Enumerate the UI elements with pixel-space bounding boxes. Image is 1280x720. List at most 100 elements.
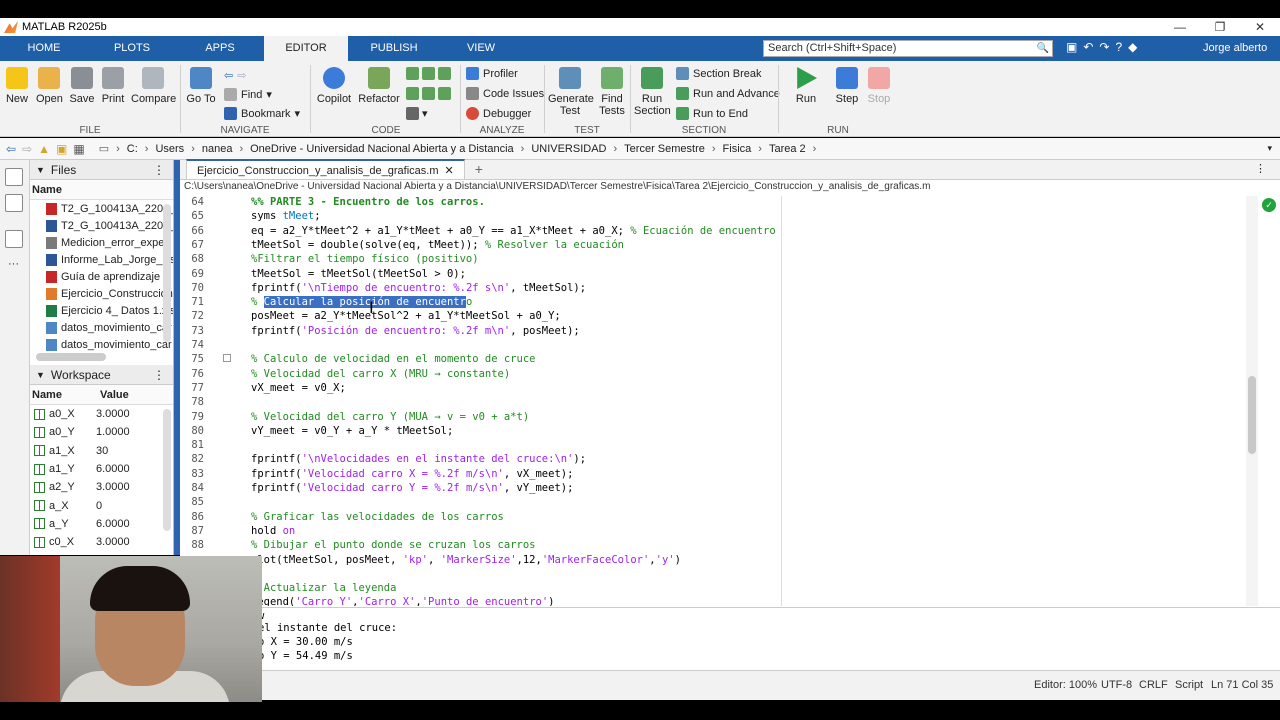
workspace-row[interactable]: a2_Y 3.0000 xyxy=(30,478,173,496)
workspace-row[interactable]: a0_Y 1.0000 xyxy=(30,423,173,441)
workspace-row[interactable]: a_X 0 xyxy=(30,496,173,514)
back-forward-arrows[interactable]: ⇦ ⇨ xyxy=(224,69,246,82)
workspace-scrollbar[interactable] xyxy=(163,409,171,531)
panel-menu-icon[interactable]: ⋮ xyxy=(153,163,165,177)
run-to-end-button[interactable]: Run to End xyxy=(676,107,748,120)
breadcrumb-item[interactable]: Fisica xyxy=(723,143,752,155)
file-item[interactable]: T2_G_100413A_2201_( xyxy=(30,217,173,234)
code-area[interactable]: %% PARTE 3 - Encuentro de los carros. sy… xyxy=(251,196,1241,606)
indent-icon[interactable] xyxy=(406,67,419,80)
file-type[interactable]: Script xyxy=(1175,679,1203,691)
maximize-button[interactable]: ❐ xyxy=(1200,18,1240,36)
tab-publish[interactable]: PUBLISH xyxy=(348,36,440,61)
breadcrumb-item[interactable]: nanea xyxy=(202,143,233,155)
command-window[interactable]: w el instante del cruce: o X = 30.00 m/s… xyxy=(180,607,1280,670)
compare-button[interactable]: Compare xyxy=(131,67,176,105)
files-toggle-icon[interactable] xyxy=(5,168,23,186)
line-ending[interactable]: CRLF xyxy=(1139,679,1168,691)
workspace-panel-header[interactable]: ▼ Workspace ⋮ xyxy=(30,365,173,385)
wrap-icon[interactable] xyxy=(438,67,451,80)
history-icon[interactable] xyxy=(5,230,23,248)
function-icon[interactable] xyxy=(406,107,419,120)
breadcrumb-item[interactable]: Users xyxy=(155,143,184,155)
editor-scrollbar[interactable] xyxy=(1246,196,1258,606)
workspace-row[interactable]: c0_X 3.0000 xyxy=(30,533,173,551)
collapse-icon[interactable]: ▼ xyxy=(36,165,45,175)
undo-icon[interactable]: ↶ xyxy=(1083,40,1093,54)
more-icon[interactable]: ··· xyxy=(8,258,29,270)
decrease-indent-icon[interactable] xyxy=(438,87,451,100)
profiler-button[interactable]: Profiler xyxy=(466,67,518,80)
file-item[interactable]: Informe_Lab_Jorge_Esp xyxy=(30,251,173,268)
uncomment-icon[interactable] xyxy=(406,87,419,100)
workspace-row[interactable]: a1_X 30 xyxy=(30,442,173,460)
run-button[interactable]: Run xyxy=(792,67,820,105)
browse-folder-icon[interactable]: ▣ xyxy=(56,142,67,156)
user-menu[interactable]: Jorge alberto xyxy=(1203,42,1267,54)
fold-icon[interactable] xyxy=(223,354,231,362)
arrow-right-icon[interactable]: ⇨ xyxy=(237,69,246,82)
workspace-toggle-icon[interactable] xyxy=(5,194,23,212)
zoom-level[interactable]: Editor: 100% xyxy=(1034,679,1097,691)
breadcrumb-item[interactable]: OneDrive - Universidad Nacional Abierta … xyxy=(250,143,514,155)
panel-menu-icon[interactable]: ⋮ xyxy=(153,368,165,382)
editor-tab[interactable]: Ejercicio_Construccion_y_analisis_de_gra… xyxy=(186,159,465,179)
tab-plots[interactable]: PLOTS xyxy=(88,36,176,61)
new-tab-icon[interactable]: + xyxy=(475,159,483,179)
bookmark-button[interactable]: Bookmark ▾ xyxy=(224,107,300,120)
debugger-button[interactable]: Debugger xyxy=(466,107,531,120)
tab-home[interactable]: HOME xyxy=(0,36,88,61)
comment-icon[interactable] xyxy=(422,67,435,80)
cursor-position[interactable]: Ln 71 Col 35 xyxy=(1211,679,1273,691)
file-item[interactable]: datos_movimiento_car xyxy=(30,336,173,353)
workspace-row[interactable]: a0_X 3.0000 xyxy=(30,405,173,423)
tab-apps[interactable]: APPS xyxy=(176,36,264,61)
files-hscrollbar[interactable] xyxy=(36,353,106,361)
copilot-button[interactable]: Copilot xyxy=(316,67,352,105)
breadcrumb-item[interactable]: C: xyxy=(127,143,138,155)
file-item[interactable]: Ejercicio_Construccion xyxy=(30,285,173,302)
search-folder-icon[interactable]: ▦ xyxy=(73,142,84,156)
forward-arrow-icon[interactable]: ⇨ xyxy=(22,142,32,156)
workspace-row[interactable]: a1_Y 6.0000 xyxy=(30,460,173,478)
up-folder-icon[interactable]: ▲ xyxy=(38,142,50,156)
redo-icon[interactable]: ↷ xyxy=(1099,40,1109,54)
step-button[interactable]: Step xyxy=(833,67,861,105)
section-break-button[interactable]: Section Break xyxy=(676,67,761,80)
collapse-icon[interactable]: ▼ xyxy=(36,370,45,380)
breadcrumb-item[interactable]: UNIVERSIDAD xyxy=(531,143,606,155)
search-input[interactable]: Search (Ctrl+Shift+Space) 🔍 xyxy=(763,40,1053,57)
minimize-button[interactable]: — xyxy=(1160,18,1200,36)
run-and-advance-button[interactable]: Run and Advance xyxy=(676,87,780,100)
files-scrollbar[interactable] xyxy=(163,204,171,342)
files-column-header[interactable]: Name xyxy=(30,180,173,200)
find-tests-button[interactable]: Find Tests xyxy=(598,67,626,117)
breadcrumb-item[interactable]: Tercer Semestre xyxy=(624,143,705,155)
chevron-down-icon[interactable]: ▾ xyxy=(1267,143,1272,154)
find-button[interactable]: Find ▾ xyxy=(224,88,272,101)
bell-icon[interactable]: ◆ xyxy=(1128,40,1137,54)
file-item[interactable]: Guía de aprendizaje - xyxy=(30,268,173,285)
smart-indent-icon[interactable] xyxy=(422,87,435,100)
file-item[interactable]: Medicion_error_experi xyxy=(30,234,173,251)
generate-test-button[interactable]: Generate Test xyxy=(548,67,594,117)
file-item[interactable]: T2_G_100413A_2201_( xyxy=(30,200,173,217)
goto-button[interactable]: Go To xyxy=(186,67,216,105)
file-item[interactable]: Ejercicio 4_ Datos 1.xls xyxy=(30,302,173,319)
files-panel-header[interactable]: ▼ Files ⋮ xyxy=(30,160,173,180)
help-icon[interactable]: ? xyxy=(1115,40,1122,54)
run-section-button[interactable]: Run Section xyxy=(634,67,671,117)
close-button[interactable]: ✕ xyxy=(1240,18,1280,36)
arrow-left-icon[interactable]: ⇦ xyxy=(224,69,233,82)
print-button[interactable]: Print xyxy=(100,67,126,105)
file-item[interactable]: datos_movimiento_car xyxy=(30,319,173,336)
code-analyzer-ok-icon[interactable]: ✓ xyxy=(1262,198,1276,212)
tab-view[interactable]: VIEW xyxy=(440,36,522,61)
breadcrumb-item[interactable]: Tarea 2 xyxy=(769,143,806,155)
open-button[interactable]: Open xyxy=(36,67,63,105)
new-button[interactable]: New xyxy=(4,67,30,105)
save-icon[interactable]: ▣ xyxy=(1066,40,1077,54)
workspace-row[interactable]: a_Y 6.0000 xyxy=(30,515,173,533)
stop-button[interactable]: Stop xyxy=(865,67,893,105)
encoding[interactable]: UTF-8 xyxy=(1101,679,1132,691)
